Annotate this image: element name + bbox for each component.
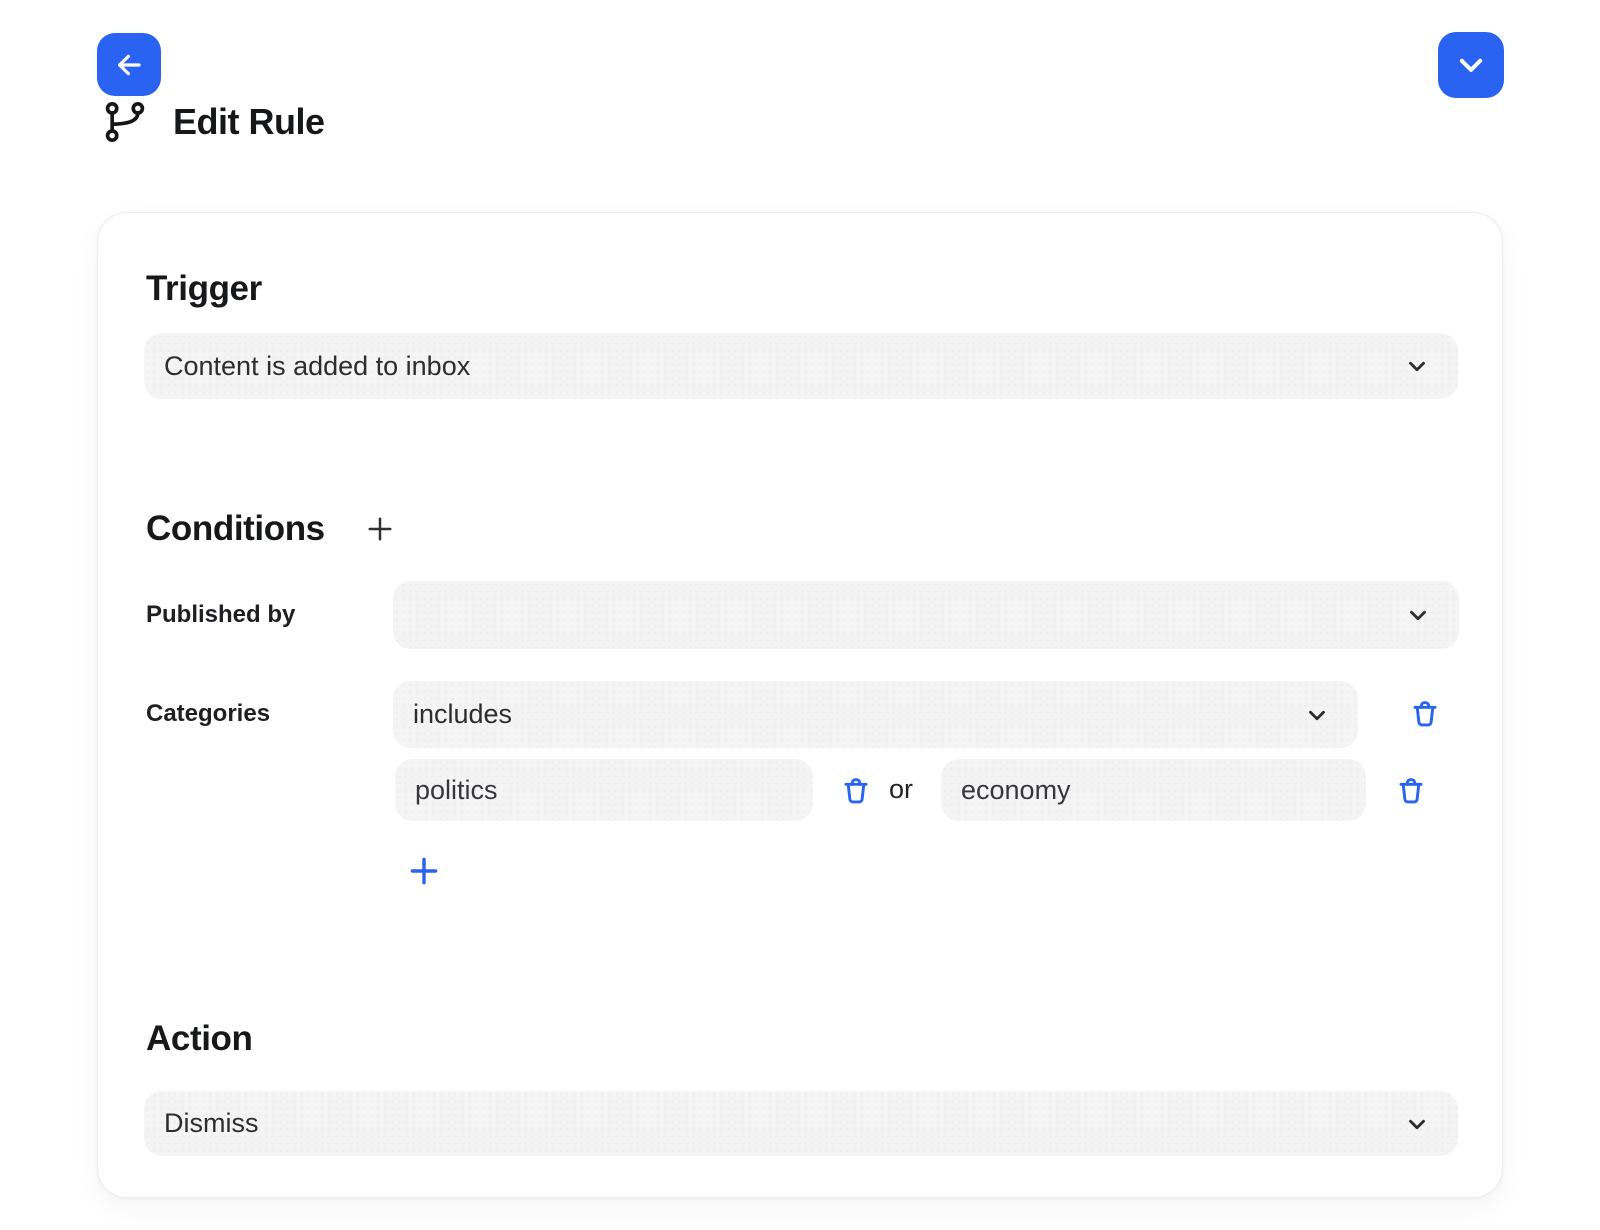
rule-card: Trigger Content is added to inbox Condit… bbox=[97, 212, 1503, 1198]
git-branch-icon bbox=[103, 99, 147, 145]
trigger-heading: Trigger bbox=[146, 269, 262, 309]
action-select-value: Dismiss bbox=[164, 1108, 259, 1139]
action-heading: Action bbox=[146, 1019, 252, 1059]
category-value-input-second[interactable] bbox=[941, 759, 1366, 821]
delete-value-second-button[interactable] bbox=[1389, 769, 1433, 813]
conditions-heading-row: Conditions bbox=[146, 509, 395, 549]
condition-label-categories: Categories bbox=[146, 700, 270, 728]
add-value-button[interactable] bbox=[402, 849, 446, 893]
action-select[interactable]: Dismiss bbox=[144, 1091, 1458, 1156]
condition-label-published-by: Published by bbox=[146, 601, 295, 629]
trigger-select-value: Content is added to inbox bbox=[164, 351, 470, 382]
collapse-panel-button[interactable] bbox=[1438, 32, 1504, 98]
page-title-row: Edit Rule bbox=[103, 99, 325, 145]
arrow-left-icon bbox=[113, 49, 145, 81]
delete-condition-button[interactable] bbox=[1403, 692, 1447, 736]
categories-operator-select[interactable]: includes bbox=[393, 681, 1358, 748]
published-by-select[interactable] bbox=[393, 581, 1459, 649]
chevron-down-icon bbox=[1404, 353, 1430, 379]
add-condition-button[interactable] bbox=[365, 514, 395, 544]
categories-operator-value: includes bbox=[413, 699, 512, 730]
page-title: Edit Rule bbox=[173, 100, 325, 144]
value-joiner-label: or bbox=[866, 774, 936, 805]
chevron-down-icon bbox=[1304, 702, 1330, 728]
category-value-input-first[interactable] bbox=[395, 759, 813, 821]
back-button[interactable] bbox=[97, 33, 161, 96]
plus-icon bbox=[407, 854, 441, 888]
chevron-down-icon bbox=[1405, 602, 1431, 628]
plus-icon bbox=[365, 514, 395, 544]
chevron-down-icon bbox=[1404, 1111, 1430, 1137]
chevron-down-icon bbox=[1454, 48, 1488, 82]
trash-icon bbox=[1409, 696, 1441, 732]
trigger-select[interactable]: Content is added to inbox bbox=[144, 333, 1458, 399]
conditions-heading: Conditions bbox=[146, 509, 325, 549]
trash-icon bbox=[1395, 773, 1427, 809]
